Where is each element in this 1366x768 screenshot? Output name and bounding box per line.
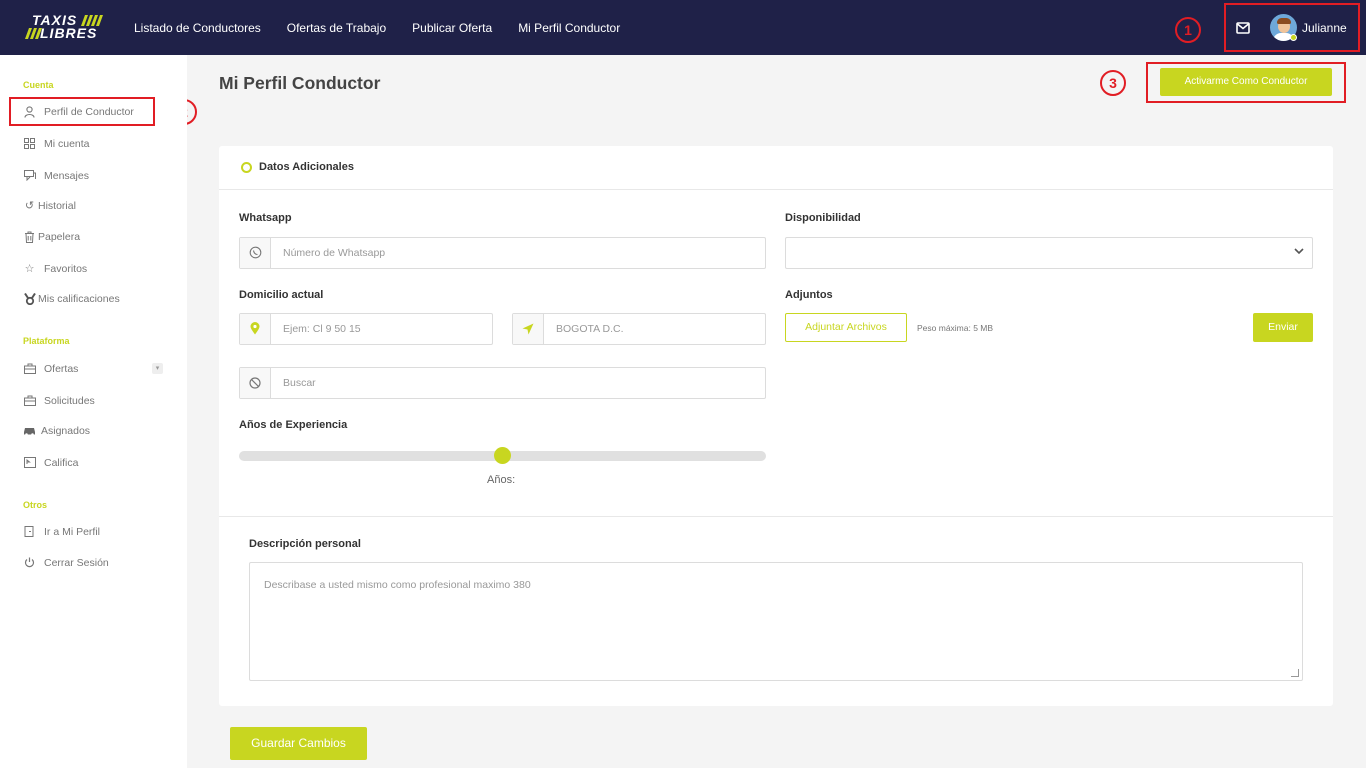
chat-icon [23, 169, 36, 183]
rate-icon [23, 456, 36, 470]
annotation-marker-1: 1 [1175, 17, 1201, 43]
sidebar-section-otros: Otros [23, 500, 48, 510]
resize-handle[interactable] [1291, 669, 1299, 677]
nav-ofertas-trabajo[interactable]: Ofertas de Trabajo [287, 21, 386, 35]
history-icon: ↺ [24, 199, 35, 212]
nav-publicar-oferta[interactable]: Publicar Oferta [412, 21, 492, 35]
experience-slider-thumb[interactable] [494, 447, 511, 464]
address-field [239, 313, 493, 345]
activate-driver-button[interactable]: Activarme Como Conductor [1160, 68, 1332, 96]
address-input[interactable] [283, 320, 485, 338]
max-file-size-note: Peso máxima: 5 MB [917, 323, 994, 333]
whatsapp-input[interactable] [283, 244, 758, 262]
mail-icon[interactable] [1236, 22, 1250, 34]
briefcase-icon [23, 395, 36, 408]
sidebar-item-cerrar-sesion[interactable]: Cerrar Sesión [23, 555, 109, 571]
briefcase-icon [23, 363, 36, 376]
sidebar-item-perfil-conductor[interactable]: Perfil de Conductor [23, 104, 134, 120]
sidebar-item-label: Historial [38, 200, 76, 212]
main-nav: Listado de Conductores Ofertas de Trabaj… [134, 21, 620, 35]
top-navbar: TAXIS LIBRES Listado de Conductores Ofer… [0, 0, 1366, 55]
ofertas-expand-toggle[interactable]: ▾ [152, 363, 163, 374]
description-textarea[interactable]: Describase a usted mismo como profesiona… [249, 562, 1303, 681]
whatsapp-field [239, 237, 766, 269]
grid-icon [23, 137, 36, 151]
experience-label: Años de Experiencia [239, 419, 348, 431]
section-divider [219, 516, 1333, 517]
user-icon [23, 105, 36, 119]
logo-text-bottom: LIBRES [40, 25, 98, 41]
sidebar-item-label: Perfil de Conductor [44, 106, 134, 118]
sidebar-item-label: Mensajes [44, 170, 89, 182]
sidebar-item-label: Favoritos [44, 263, 88, 275]
search-input[interactable] [283, 374, 758, 392]
whatsapp-icon [240, 238, 271, 268]
smile-icon [241, 162, 252, 173]
disponibilidad-label: Disponibilidad [785, 212, 861, 224]
search-field [239, 367, 766, 399]
nav-listado-conductores[interactable]: Listado de Conductores [134, 21, 261, 35]
username[interactable]: Julianne [1302, 21, 1347, 35]
adjuntos-label: Adjuntos [785, 289, 833, 301]
city-field [512, 313, 766, 345]
online-status-dot [1290, 34, 1297, 41]
sidebar-item-label: Asignados [41, 425, 91, 437]
attach-files-button[interactable]: Adjuntar Archivos [785, 313, 907, 342]
domicilio-label: Domicilio actual [239, 289, 324, 301]
sidebar-section-plataforma: Plataforma [23, 336, 70, 346]
medal-icon [23, 292, 36, 306]
sidebar-section-cuenta: Cuenta [23, 80, 54, 90]
card-title: Datos Adicionales [259, 161, 354, 173]
sidebar-item-label: Ir a Mi Perfil [44, 526, 101, 538]
taxis-libres-logo[interactable]: TAXIS LIBRES [24, 13, 104, 42]
disponibilidad-select[interactable] [785, 237, 1313, 269]
power-icon [23, 557, 36, 570]
whatsapp-label: Whatsapp [239, 212, 292, 224]
sidebar-item-label: Papelera [38, 231, 81, 243]
ban-icon [240, 368, 271, 398]
sidebar-item-label: Mis calificaciones [38, 293, 120, 305]
sidebar-item-califica[interactable]: Califica [23, 455, 78, 471]
card-header: Datos Adicionales [219, 146, 1333, 190]
nav-mi-perfil-conductor[interactable]: Mi Perfil Conductor [518, 21, 620, 35]
sidebar-item-asignados[interactable]: Asignados [23, 423, 90, 439]
sidebar-item-label: Solicitudes [44, 395, 95, 407]
trash-icon [23, 231, 36, 244]
sidebar-item-label: Cerrar Sesión [44, 557, 109, 569]
experience-value-caption: Años: [487, 474, 516, 486]
city-input[interactable] [556, 320, 758, 338]
sidebar-item-mis-calificaciones[interactable]: Mis calificaciones [23, 291, 120, 307]
sidebar-item-favoritos[interactable]: ☆ Favoritos [23, 261, 88, 277]
car-icon [23, 425, 36, 438]
sidebar-item-ir-mi-perfil[interactable]: Ir a Mi Perfil [23, 524, 100, 540]
sidebar-item-label: Califica [44, 457, 79, 469]
sidebar [0, 55, 187, 768]
description-label: Descripción personal [249, 538, 361, 550]
chevron-down-icon [1294, 247, 1304, 258]
location-arrow-icon [513, 314, 544, 344]
star-icon: ☆ [24, 262, 35, 275]
exit-icon [23, 525, 36, 539]
sidebar-item-label: Mi cuenta [44, 138, 90, 150]
map-pin-icon [240, 314, 271, 344]
annotation-marker-3: 3 [1100, 70, 1126, 96]
sidebar-item-mi-cuenta[interactable]: Mi cuenta [23, 136, 90, 152]
sidebar-item-mensajes[interactable]: Mensajes [23, 168, 89, 184]
sidebar-item-papelera[interactable]: Papelera [23, 229, 80, 245]
datos-adicionales-card: Datos Adicionales Whatsapp Disponibilida… [219, 146, 1333, 706]
save-changes-button[interactable]: Guardar Cambios [230, 727, 367, 760]
sidebar-item-solicitudes[interactable]: Solicitudes [23, 393, 95, 409]
page-title: Mi Perfil Conductor [219, 73, 381, 93]
sidebar-item-ofertas[interactable]: Ofertas [23, 361, 78, 377]
description-placeholder: Describase a usted mismo como profesiona… [264, 579, 531, 591]
send-button[interactable]: Enviar [1253, 313, 1313, 342]
sidebar-item-label: Ofertas [44, 363, 79, 375]
sidebar-item-historial[interactable]: ↺ Historial [23, 198, 76, 214]
logo-stripes [24, 28, 43, 39]
